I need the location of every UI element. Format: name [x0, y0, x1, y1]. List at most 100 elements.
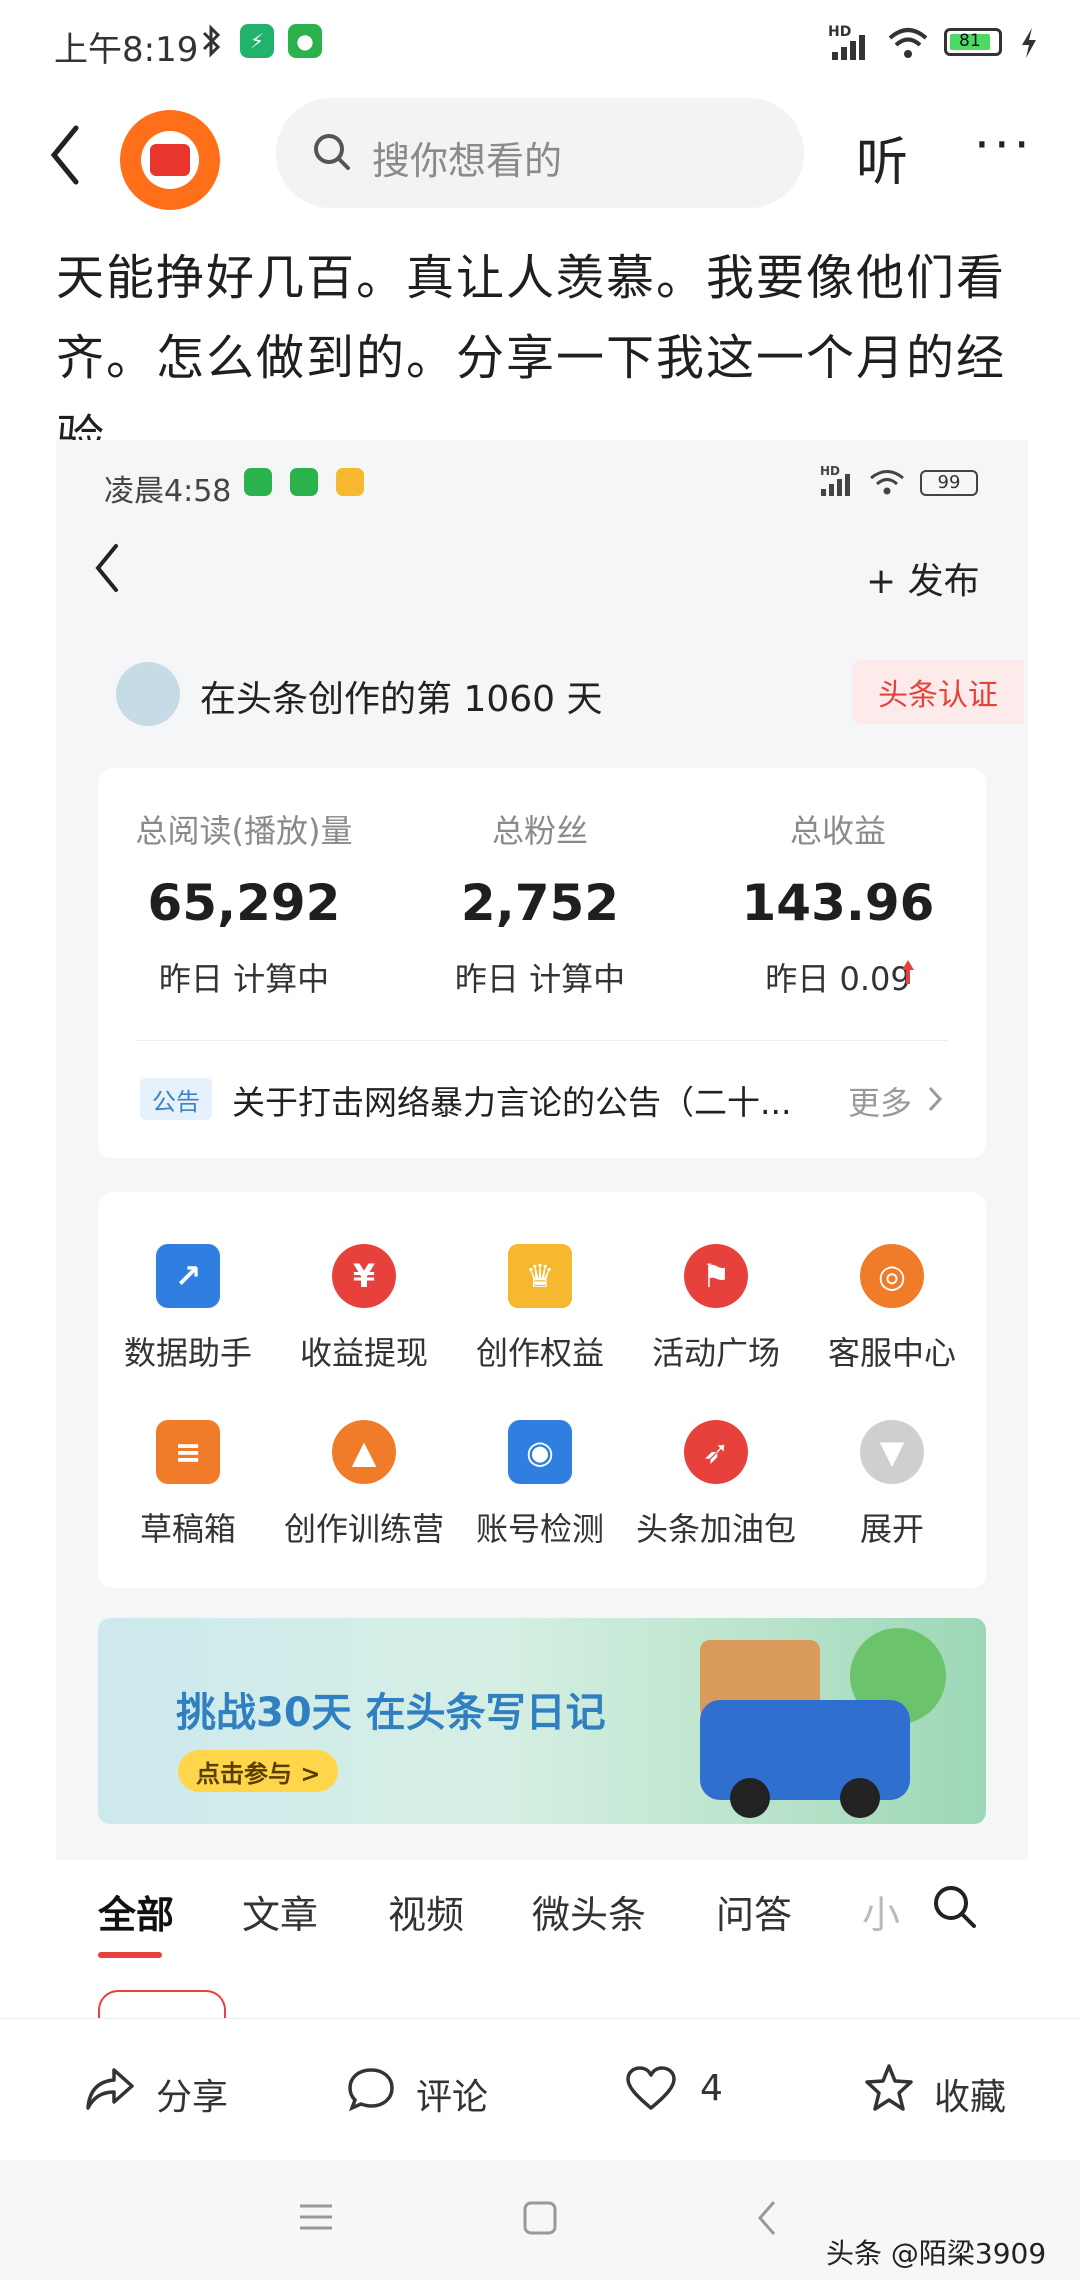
embedded-notice-more: 更多: [848, 1084, 913, 1122]
stat-label: 总阅读(播放)量: [135, 812, 353, 850]
stat-label: 总收益: [789, 812, 886, 850]
embedded-tab-video: 视频: [388, 1893, 465, 1937]
tool-expand: ▼ 展开: [804, 1420, 980, 1550]
embedded-banner-button: 点击参与 >: [178, 1750, 339, 1792]
heart-icon[interactable]: [624, 2064, 678, 2114]
embedded-back-icon: [95, 544, 118, 592]
embedded-tab-more: 小: [862, 1893, 901, 1937]
banner-wheel-2: [840, 1778, 880, 1818]
stat-sub: 昨日 计算中: [158, 960, 330, 998]
menu-icon[interactable]: [296, 2200, 336, 2234]
tool-flag: ⚑ 活动广场: [628, 1244, 804, 1374]
app-green-icon: ⚡: [240, 24, 274, 58]
tool-draft: ≡ 草稿箱: [100, 1420, 276, 1550]
embedded-tab-underline: [98, 1952, 162, 1958]
share-icon[interactable]: [84, 2064, 136, 2114]
embedded-tab-all: 全部: [98, 1893, 175, 1937]
divider: [136, 1040, 948, 1041]
tool-label: 收益提现: [299, 1334, 428, 1372]
embedded-cert-badge: 头条认证: [852, 660, 1024, 724]
tool-label: 账号检测: [475, 1510, 604, 1548]
favorite-button[interactable]: 收藏: [934, 2068, 1006, 2120]
embedded-publish-button: + 发布: [866, 561, 980, 602]
embedded-tab-weitoutiao: 微头条: [532, 1893, 647, 1937]
tool-label: 头条加油包: [635, 1510, 796, 1548]
tool-label: 客服中心: [827, 1334, 956, 1372]
tool-label: 活动广场: [651, 1334, 780, 1372]
tool-chart: ↗ 数据助手: [100, 1244, 276, 1374]
tool-label: 展开: [859, 1510, 924, 1548]
like-count[interactable]: 4: [700, 2068, 723, 2109]
star-icon[interactable]: [862, 2062, 916, 2114]
banner-wheel: [730, 1778, 770, 1818]
tool-crown: ♛ 创作权益: [452, 1244, 628, 1374]
comment-icon[interactable]: [346, 2064, 396, 2114]
embedded-stat-income: 总收益 143.96 昨日 0.09: [688, 806, 988, 1000]
crown-icon: ♛: [508, 1244, 572, 1308]
tool-label: 草稿箱: [139, 1510, 236, 1548]
stat-label: 总粉丝: [491, 812, 588, 850]
embedded-notice-tag: 公告: [140, 1078, 212, 1120]
tool-yen: ¥ 收益提现: [276, 1244, 452, 1374]
search-icon: [314, 134, 350, 170]
listen-button[interactable]: 听: [856, 120, 908, 195]
embedded-battery-icon: 99: [920, 470, 978, 496]
chevron-right-icon: [928, 1086, 943, 1112]
expand-icon: ▼: [860, 1420, 924, 1484]
embedded-creator-days: 在头条创作的第 1060 天: [200, 679, 603, 720]
stat-sub: 昨日 计算中: [454, 960, 626, 998]
status-bar: 上午8:19 ⚡ ● HD 81: [0, 0, 1080, 90]
draft-icon: ≡: [156, 1420, 220, 1484]
stat-sub: 昨日 0.09: [765, 960, 911, 998]
share-button[interactable]: 分享: [156, 2068, 228, 2120]
embedded-wifi-icon: [870, 470, 904, 495]
more-icon[interactable]: ···: [974, 116, 1034, 174]
up-arrow-icon: [902, 960, 914, 984]
flag-icon: ⚑: [684, 1244, 748, 1308]
battery-level: 81: [959, 31, 981, 51]
back-icon[interactable]: [44, 120, 84, 190]
tool-headset: ◎ 客服中心: [804, 1244, 980, 1374]
battery-icon: 81: [944, 28, 1002, 56]
red-packet-icon: [150, 144, 190, 176]
stat-value: 143.96: [741, 874, 935, 932]
embedded-tab-qa: 问答: [716, 1893, 793, 1937]
rocket-icon: ➶: [684, 1420, 748, 1484]
embedded-creator-avatar: [116, 662, 180, 726]
tool-label: 创作训练营: [283, 1510, 444, 1548]
graduation-cap-icon: ▲: [332, 1420, 396, 1484]
embedded-wechat-icon: [244, 468, 272, 496]
shield-search-icon: ◉: [508, 1420, 572, 1484]
comment-button[interactable]: 评论: [416, 2068, 488, 2120]
embedded-stat-reads: 总阅读(播放)量 65,292 昨日 计算中: [94, 806, 394, 1000]
search-input[interactable]: 搜你想看的: [372, 130, 562, 185]
embedded-search-icon: [934, 1886, 976, 1928]
wifi-icon: [888, 28, 928, 58]
wechat-icon: ●: [288, 24, 322, 58]
tool-label: 创作权益: [475, 1334, 604, 1372]
chart-icon: ↗: [156, 1244, 220, 1308]
nav-back-icon[interactable]: [752, 2196, 782, 2240]
embedded-wechat-icon-2: [290, 468, 318, 496]
signal-icon: [832, 35, 865, 60]
tool-rocket: ➶ 头条加油包: [628, 1420, 804, 1550]
embedded-tab-article: 文章: [242, 1893, 319, 1937]
status-time: 上午8:19: [54, 30, 199, 70]
red-packet-avatar[interactable]: [120, 110, 220, 210]
yen-icon: ¥: [332, 1244, 396, 1308]
embedded-stat-fans: 总粉丝 2,752 昨日 计算中: [390, 806, 690, 1000]
banner-car: [700, 1700, 910, 1800]
embedded-signal-icon: [821, 474, 850, 496]
tool-label: 数据助手: [123, 1334, 252, 1372]
headset-icon: ◎: [860, 1244, 924, 1308]
home-icon[interactable]: [520, 2198, 560, 2238]
bluetooth-icon: [202, 24, 221, 58]
tool-shield-search: ◉ 账号检测: [452, 1420, 628, 1550]
tool-graduation-cap: ▲ 创作训练营: [276, 1420, 452, 1550]
watermark: 头条 @陌梁3909: [826, 2237, 1047, 2270]
stat-value: 65,292: [147, 874, 341, 932]
charging-icon: [1022, 28, 1036, 58]
embedded-notes-icon: [336, 468, 364, 496]
stat-value: 2,752: [460, 874, 620, 932]
embedded-banner-title: 挑战30天 在头条写日记: [176, 1690, 606, 1736]
